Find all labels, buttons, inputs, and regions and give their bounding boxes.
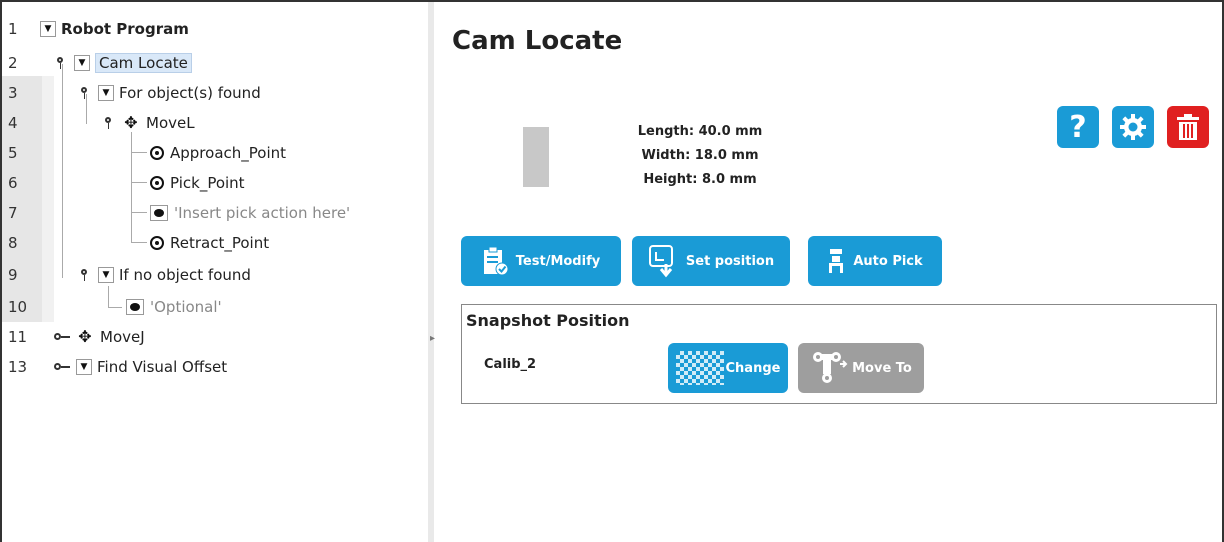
- auto-pick-label: Auto Pick: [853, 253, 923, 269]
- snapshot-title: Snapshot Position: [466, 311, 630, 330]
- line-number: 7: [8, 204, 18, 222]
- waypoint-icon: [150, 176, 164, 190]
- toggle-expand-icon[interactable]: ▼: [76, 359, 92, 375]
- change-label: Change: [725, 360, 781, 376]
- robot-arm-icon: [813, 352, 848, 383]
- page-title: Cam Locate: [452, 26, 623, 56]
- tree-node-label: MoveJ: [100, 328, 145, 346]
- pin-icon: [54, 332, 70, 342]
- toggle-expand-icon[interactable]: ▼: [40, 21, 56, 37]
- tree-node-label: 'Optional': [150, 298, 222, 316]
- tree-row[interactable]: 2 ▼ Cam Locate: [2, 48, 428, 78]
- clipboard-check-icon: [483, 246, 508, 276]
- tree-node-label: 'Insert pick action here': [174, 204, 351, 222]
- line-number: 3: [8, 84, 18, 102]
- pin-icon: [54, 362, 70, 372]
- collapse-handle-icon[interactable]: ▸: [430, 334, 440, 344]
- comment-icon: [150, 205, 168, 221]
- help-icon: ?: [1069, 109, 1087, 145]
- line-number: 6: [8, 174, 18, 192]
- tree-row[interactable]: 10 'Optional': [2, 292, 428, 322]
- tree-row[interactable]: 1 ▼ Robot Program: [2, 14, 428, 44]
- tree-node-label: Robot Program: [61, 20, 189, 38]
- tree-row[interactable]: 11 ✥ MoveJ: [2, 322, 428, 352]
- move-cross-icon: ✥: [78, 327, 92, 346]
- toggle-expand-icon[interactable]: ▼: [98, 85, 114, 101]
- tree-node-label: If no object found: [119, 266, 251, 284]
- toggle-expand-icon[interactable]: ▼: [98, 267, 114, 283]
- pin-icon: [102, 116, 116, 130]
- tree-row[interactable]: 7 'Insert pick action here': [2, 198, 428, 228]
- help-button[interactable]: ?: [1057, 106, 1099, 148]
- settings-button[interactable]: [1112, 106, 1154, 148]
- move-cross-icon: ✥: [124, 113, 138, 132]
- panel-divider[interactable]: [428, 2, 434, 542]
- pin-icon: [78, 268, 92, 282]
- tree-row[interactable]: 6 Pick_Point: [2, 168, 428, 198]
- toggle-expand-icon[interactable]: ▼: [74, 55, 90, 71]
- tree-node-label: Approach_Point: [170, 144, 287, 162]
- width-label: Width: 18.0 mm: [641, 148, 759, 163]
- change-button[interactable]: Change: [668, 343, 788, 393]
- tree-row[interactable]: 8 Retract_Point: [2, 228, 428, 258]
- set-position-icon: [648, 245, 673, 278]
- checker-icon: [675, 351, 724, 385]
- line-number: 9: [8, 266, 18, 284]
- tree-node-label: For object(s) found: [119, 84, 261, 102]
- line-number: 8: [8, 234, 18, 252]
- object-dimensions: Length: 40.0 mm Width: 18.0 mm Height: 8…: [610, 120, 790, 192]
- tree-row[interactable]: 3 ▼ For object(s) found: [2, 78, 428, 108]
- trash-icon: [1177, 114, 1199, 140]
- comment-icon: [126, 299, 144, 315]
- tree-node-label-selected: Cam Locate: [95, 53, 192, 73]
- tree-row[interactable]: 13 ▼ Find Visual Offset: [2, 352, 428, 382]
- gear-icon: [1120, 114, 1146, 140]
- tree-row[interactable]: 4 ✥ MoveL: [2, 108, 428, 138]
- line-number: 5: [8, 144, 18, 162]
- move-to-button[interactable]: Move To: [798, 343, 924, 393]
- gripper-icon: [829, 249, 844, 273]
- tree-node-label: MoveL: [146, 114, 195, 132]
- move-to-label: Move To: [852, 360, 912, 376]
- test-modify-button[interactable]: Test/Modify: [461, 236, 621, 286]
- tree-row[interactable]: 9 ▼ If no object found: [2, 260, 428, 290]
- waypoint-icon: [150, 146, 164, 160]
- delete-button[interactable]: [1167, 106, 1209, 148]
- length-label: Length: 40.0 mm: [637, 124, 763, 139]
- tree-node-label: Find Visual Offset: [97, 358, 228, 376]
- tree-node-label: Retract_Point: [170, 234, 270, 252]
- line-number: 1: [8, 20, 18, 38]
- line-number: 2: [8, 54, 18, 72]
- auto-pick-button[interactable]: Auto Pick: [808, 236, 942, 286]
- line-number: 11: [8, 328, 28, 346]
- program-tree-panel: 1 ▼ Robot Program 2 ▼ Cam Locate 3 ▼ For…: [2, 2, 428, 542]
- tree-node-label: Pick_Point: [170, 174, 245, 192]
- line-number: 10: [8, 298, 28, 316]
- pin-icon: [54, 56, 68, 70]
- object-preview: [523, 127, 549, 187]
- calibration-name: Calib_2: [484, 357, 537, 372]
- tree-row[interactable]: 5 Approach_Point: [2, 138, 428, 168]
- set-position-label: Set position: [685, 253, 775, 269]
- snapshot-position-panel: Snapshot Position Calib_2 Change Move To: [461, 304, 1217, 404]
- set-position-button[interactable]: Set position: [632, 236, 790, 286]
- line-number: 13: [8, 358, 28, 376]
- waypoint-icon: [150, 236, 164, 250]
- line-number: 4: [8, 114, 18, 132]
- height-label: Height: 8.0 mm: [643, 172, 757, 187]
- test-modify-label: Test/Modify: [515, 253, 601, 269]
- pin-icon: [78, 86, 92, 100]
